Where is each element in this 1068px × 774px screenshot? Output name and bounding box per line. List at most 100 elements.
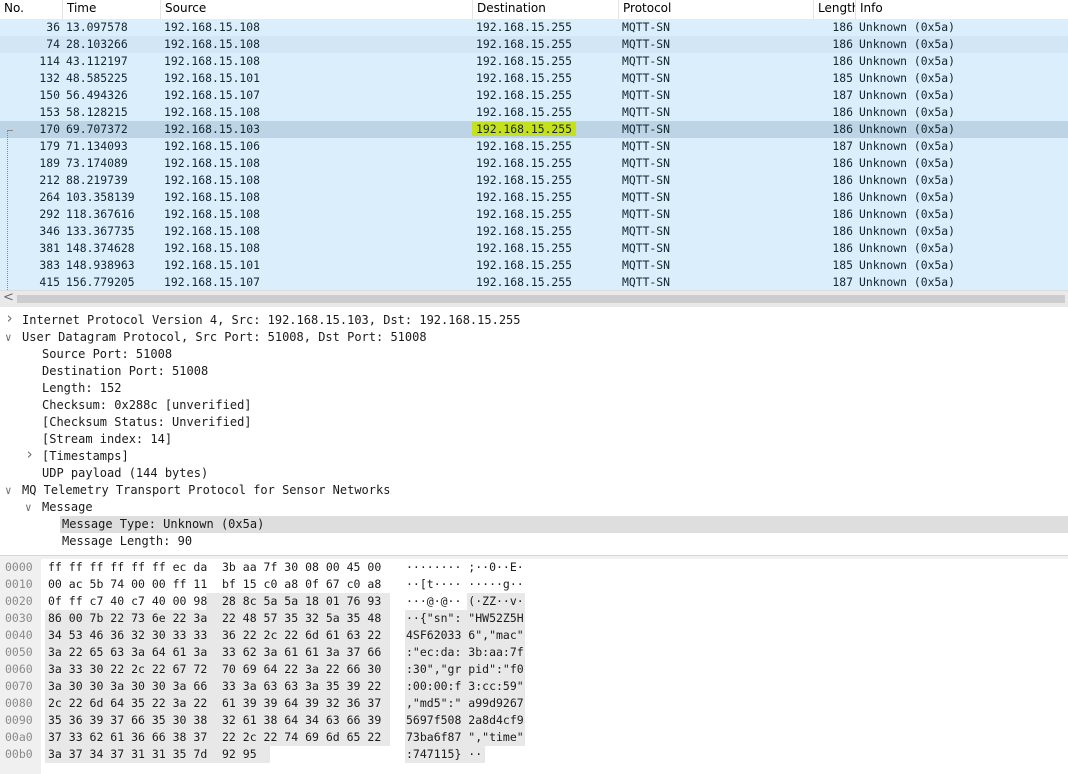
bytes-row[interactable]: 0030 86 00 7b 22 73 6e 22 3a 22 48 57 35 3…	[0, 610, 1068, 627]
detail-row[interactable]: › [Timestamps]	[0, 446, 1068, 465]
bytes-row[interactable]: 0080 2c 22 6d 64 35 22 3a 22 61 39 39 64 3…	[0, 695, 1068, 712]
byte-offset: 00b0	[5, 747, 33, 761]
cell-length: 185	[832, 71, 853, 85]
detail-row[interactable]: Destination Port: 51008	[0, 363, 1068, 380]
bytes-row[interactable]: 0040 34 53 46 36 32 30 33 33 36 22 2c 22 6…	[0, 627, 1068, 644]
chevron-down-icon[interactable]: ∨	[5, 482, 12, 499]
cell-info: Unknown (0x5a)	[859, 37, 956, 51]
cell-info: Unknown (0x5a)	[859, 71, 956, 85]
byte-offset: 0070	[5, 679, 33, 693]
table-row[interactable]: 381 148.374628 192.168.15.108 192.168.15.25…	[0, 240, 1068, 257]
hex-bytes-1: 34 53 46 36 32 30 33 33	[48, 628, 208, 642]
cell-length: 187	[832, 275, 853, 289]
bytes-row[interactable]: 0060 3a 33 30 22 2c 22 67 72 70 69 64 22 3…	[0, 661, 1068, 678]
cell-info: Unknown (0x5a)	[859, 54, 956, 68]
col-header-source[interactable]: Source	[161, 0, 473, 19]
bytes-row[interactable]: 0050 3a 22 65 63 3a 64 61 3a 33 62 3a 61 6…	[0, 644, 1068, 661]
cell-info: Unknown (0x5a)	[859, 207, 956, 221]
chevron-down-icon[interactable]: ∨	[25, 499, 32, 516]
col-header-no[interactable]: No.	[0, 0, 63, 19]
hex-bytes-1: 37 33 62 61 36 66 38 37	[48, 730, 208, 744]
col-header-info[interactable]: Info	[856, 0, 1068, 19]
table-row[interactable]: 74 28.103266 192.168.15.108 192.168.15.255 M…	[0, 36, 1068, 53]
detail-text: [Timestamps]	[42, 449, 129, 463]
col-header-protocol[interactable]: Protocol	[619, 0, 814, 19]
detail-row[interactable]: [Stream index: 14]	[0, 431, 1068, 448]
table-row[interactable]: 383 148.938963 192.168.15.101 192.168.15.25…	[0, 257, 1068, 274]
detail-text: [Stream index: 14]	[42, 432, 173, 446]
table-row[interactable]: 346 133.367735 192.168.15.108 192.168.15.25…	[0, 223, 1068, 240]
scrollbar-thumb[interactable]	[17, 295, 1065, 303]
detail-text: [Checksum Status: Unverified]	[42, 415, 252, 429]
detail-row[interactable]: ∨ MQ Telemetry Transport Protocol for Sen…	[0, 482, 1068, 499]
hex-bytes-2: 61 39 39 64 39 32 36 37	[222, 696, 382, 710]
detail-text: MQ Telemetry Transport Protocol for Sens…	[22, 483, 391, 497]
detail-text: Message	[42, 500, 93, 514]
table-row[interactable]: 150 56.494326 192.168.15.107 192.168.15.255…	[0, 87, 1068, 104]
packet-rows: 36 13.097578 192.168.15.108 192.168.15.255 M…	[0, 19, 1068, 290]
byte-offset: 0090	[5, 713, 33, 727]
packet-list[interactable]: No. Time Source Destination Protocol Len…	[0, 0, 1068, 290]
horizontal-scrollbar[interactable]: <	[0, 290, 1068, 307]
detail-row[interactable]: ∨ User Datagram Protocol, Src Port: 51008…	[0, 329, 1068, 346]
detail-row[interactable]: Source Port: 51008	[0, 346, 1068, 363]
byte-offset: 0060	[5, 662, 33, 676]
table-row[interactable]: 179 71.134093 192.168.15.106 192.168.15.255…	[0, 138, 1068, 155]
scroll-left-icon[interactable]: <	[3, 290, 14, 306]
detail-row[interactable]: Length: 152	[0, 380, 1068, 397]
detail-row[interactable]: Message Type: Unknown (0x5a)	[60, 516, 1068, 533]
byte-offset: 0010	[5, 577, 33, 591]
ascii-bytes: ···@·@·· (·ZZ··v·	[406, 594, 524, 608]
detail-row[interactable]: ∨ Message	[0, 499, 1068, 516]
table-row[interactable]: 132 48.585225 192.168.15.101 192.168.15.255…	[0, 70, 1068, 87]
cell-length: 186	[832, 173, 853, 187]
bytes-row[interactable]: 0070 3a 30 30 3a 30 30 3a 66 33 3a 63 63 3…	[0, 678, 1068, 695]
hex-bytes-1: 3a 37 34 37 31 31 35 7d	[48, 747, 208, 761]
ascii-bytes: :30","gr pid":"f0	[406, 662, 524, 676]
detail-row[interactable]: [Checksum Status: Unverified]	[0, 414, 1068, 431]
chevron-right-icon[interactable]: ›	[5, 310, 14, 327]
table-row[interactable]: 170 69.707372 192.168.15.103 192.168.15.255…	[0, 121, 1068, 138]
bytes-row[interactable]: 0020 0f ff c7 40 c7 40 00 98 28 8c 5a 5a 1…	[0, 593, 1068, 610]
cell-length: 187	[832, 88, 853, 102]
bytes-row[interactable]: 00a0 37 33 62 61 36 66 38 37 22 2c 22 74 6…	[0, 729, 1068, 746]
table-row[interactable]: 292 118.367616 192.168.15.108 192.168.15.25…	[0, 206, 1068, 223]
bytes-row[interactable]: 0090 35 36 39 37 66 35 30 38 32 61 38 64 3…	[0, 712, 1068, 729]
col-header-length[interactable]: Length	[814, 0, 856, 19]
detail-row[interactable]: UDP payload (144 bytes)	[0, 465, 1068, 482]
chevron-right-icon[interactable]: ›	[25, 446, 34, 463]
ascii-bytes: ··{"sn": "HW52Z5H	[406, 611, 524, 625]
table-row[interactable]: 264 103.358139 192.168.15.108 192.168.15.25…	[0, 189, 1068, 206]
packet-list-header: No. Time Source Destination Protocol Len…	[0, 0, 1068, 20]
table-row[interactable]: 114 43.112197 192.168.15.108 192.168.15.255…	[0, 53, 1068, 70]
cell-info: Unknown (0x5a)	[859, 122, 956, 136]
col-header-time[interactable]: Time	[63, 0, 161, 19]
detail-text: Destination Port: 51008	[42, 364, 209, 378]
cell-info: Unknown (0x5a)	[859, 258, 956, 272]
bytes-row[interactable]: 0010 00 ac 5b 74 00 00 ff 11 bf 15 c0 a8 0…	[0, 576, 1068, 593]
ascii-bytes: ········ ;··0··E·	[406, 560, 524, 574]
packet-bytes-pane[interactable]: 0000 ff ff ff ff ff ff ec da 3b aa 7f 30 0…	[0, 559, 1068, 774]
packet-details-pane[interactable]: › Internet Protocol Version 4, Src: 192.1…	[0, 310, 1068, 554]
col-header-destination[interactable]: Destination	[473, 0, 619, 19]
hex-bytes-2: 70 69 64 22 3a 22 66 30	[222, 662, 382, 676]
table-row[interactable]: 415 156.779205 192.168.15.107 192.168.15.25…	[0, 274, 1068, 290]
table-row[interactable]: 153 58.128215 192.168.15.108 192.168.15.255…	[0, 104, 1068, 121]
table-row[interactable]: 36 13.097578 192.168.15.108 192.168.15.255 M…	[0, 19, 1068, 36]
hex-bytes-2: 33 3a 63 63 3a 35 39 22	[222, 679, 382, 693]
ascii-bytes: 73ba6f87 ","time"	[406, 730, 524, 744]
byte-offset: 0020	[5, 594, 33, 608]
detail-row[interactable]: Checksum: 0x288c [unverified]	[0, 397, 1068, 414]
table-row[interactable]: 189 73.174089 192.168.15.108 192.168.15.255…	[0, 155, 1068, 172]
hex-bytes-1: 0f ff c7 40 c7 40 00 98	[48, 594, 208, 608]
cell-info: Unknown (0x5a)	[859, 139, 956, 153]
cell-length: 187	[832, 139, 853, 153]
table-row[interactable]: 212 88.219739 192.168.15.108 192.168.15.255…	[0, 172, 1068, 189]
bytes-row[interactable]: 0000 ff ff ff ff ff ff ec da 3b aa 7f 30 0…	[0, 559, 1068, 576]
chevron-down-icon[interactable]: ∨	[5, 329, 12, 346]
detail-row[interactable]: Message Length: 90	[0, 533, 1068, 550]
bytes-row[interactable]: 00b0 3a 37 34 37 31 31 35 7d 92 95:747115}…	[0, 746, 1068, 763]
detail-row[interactable]: › Internet Protocol Version 4, Src: 192.1…	[0, 310, 1068, 329]
ascii-bytes: :00:00:f 3:cc:59"	[406, 679, 524, 693]
cell-info: Unknown (0x5a)	[859, 275, 956, 289]
